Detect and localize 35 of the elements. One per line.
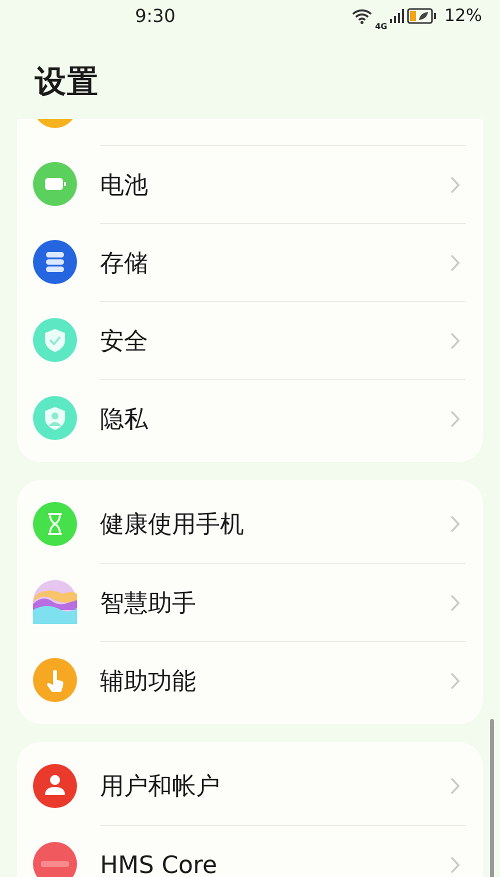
settings-item[interactable]: 健康使用手机 [33, 485, 466, 563]
chevron-icon [450, 594, 460, 612]
chevron-icon [450, 254, 460, 272]
settings-item[interactable]: 电池 [33, 145, 466, 223]
settings-item[interactable]: 用户和帐户 [33, 747, 466, 825]
chevron-icon [450, 410, 460, 428]
chevron-icon [450, 176, 460, 194]
status-time: 9:30 [135, 6, 176, 26]
hand-icon [33, 658, 77, 702]
page-title: 设置 [35, 62, 99, 102]
signal-icon [390, 9, 404, 23]
settings-item[interactable]: 隐私 [33, 379, 466, 457]
settings-item[interactable]: 存储 [33, 223, 466, 301]
wifi-icon [352, 8, 372, 24]
network-label: 4G [375, 22, 388, 30]
settings-item[interactable]: 安全 [33, 301, 466, 379]
chevron-icon [450, 672, 460, 690]
battery-level: 12% [444, 6, 482, 26]
scrollbar[interactable] [490, 719, 494, 877]
chevron-icon [450, 777, 460, 795]
app-icon [33, 842, 77, 877]
chevron-icon [450, 332, 460, 350]
wave-icon [33, 580, 77, 624]
settings-item[interactable]: HMS Core [33, 825, 466, 877]
battery-icon [407, 8, 438, 24]
privacy-icon [33, 396, 77, 440]
user-icon [33, 764, 77, 808]
storage-icon [33, 240, 77, 284]
hourglass-icon [33, 502, 77, 546]
shield-icon [33, 318, 77, 362]
chevron-icon [450, 515, 460, 533]
settings-item[interactable]: 智慧助手 [33, 563, 466, 641]
chevron-icon [450, 856, 460, 874]
battery-icon [33, 162, 77, 206]
settings-item[interactable]: 辅助功能 [33, 641, 466, 719]
